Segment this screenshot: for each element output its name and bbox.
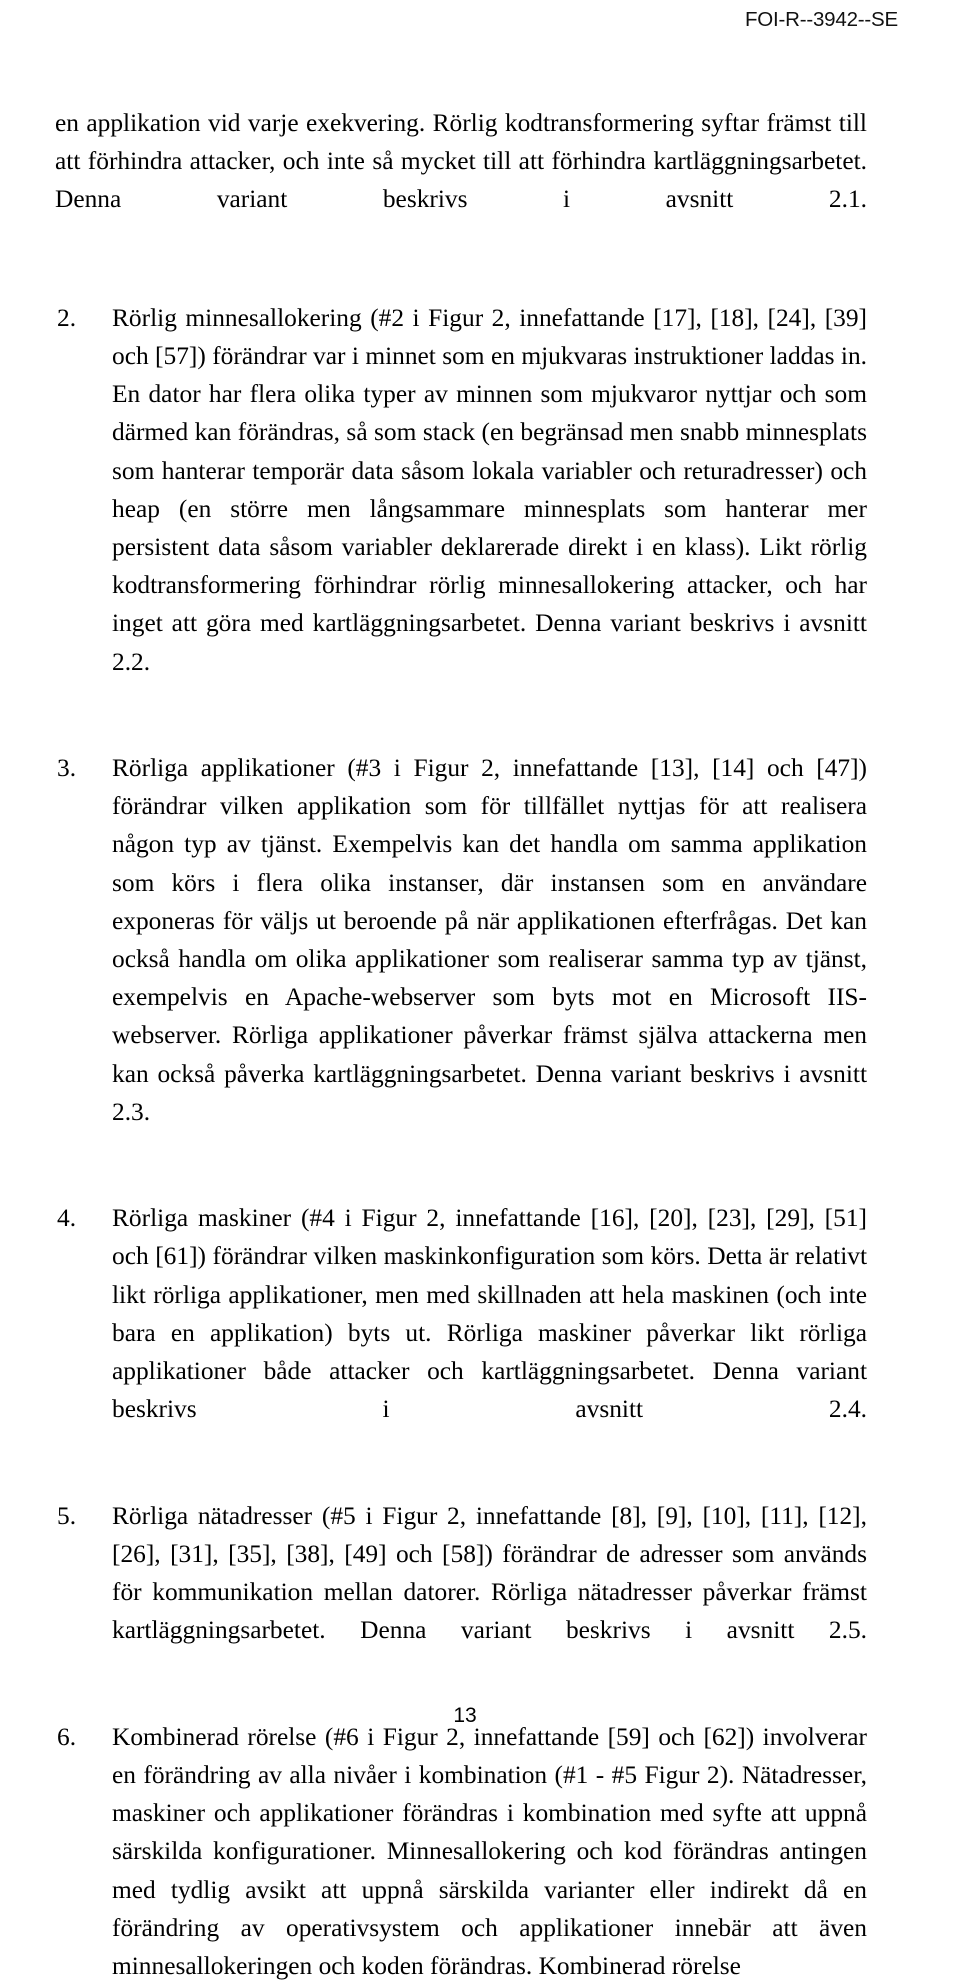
list-item-marker: 4. [57,1204,77,1233]
list-item-marker: 5. [57,1501,77,1530]
list-item-marker: 2. [57,303,77,332]
list-item-text: Rörlig minnesallokering (#2 i Figur 2, i… [112,303,867,676]
numbered-list: 2. Rörlig minnesallokering (#2 i Figur 2… [55,299,867,1985]
list-item-text: Rörliga applikationer (#3 i Figur 2, inn… [112,754,867,1126]
page-body: en applikation vid varje exekvering. Rör… [55,104,867,1985]
list-item: 2. Rörlig minnesallokering (#2 i Figur 2… [55,299,867,719]
list-item-text: Kombinerad rörelse (#6 i Figur 2, innefa… [112,1722,867,1980]
list-item-marker: 3. [57,754,77,783]
intro-paragraph: en applikation vid varje exekvering. Rör… [55,109,867,214]
list-item: 5. Rörliga nätadresser (#5 i Figur 2, in… [55,1497,867,1688]
list-item: 3. Rörliga applikationer (#3 i Figur 2, … [55,749,867,1169]
list-item: 6. Kombinerad rörelse (#6 i Figur 2, inn… [55,1718,867,1985]
list-item-text: Rörliga nätadresser (#5 i Figur 2, innef… [112,1501,867,1645]
page-number: 13 [453,1704,477,1727]
document-header-report-id: FOI-R--3942--SE [744,8,898,31]
list-item-text: Rörliga maskiner (#4 i Figur 2, innefatt… [112,1204,867,1424]
list-item: 4. Rörliga maskiner (#4 i Figur 2, innef… [55,1199,867,1466]
